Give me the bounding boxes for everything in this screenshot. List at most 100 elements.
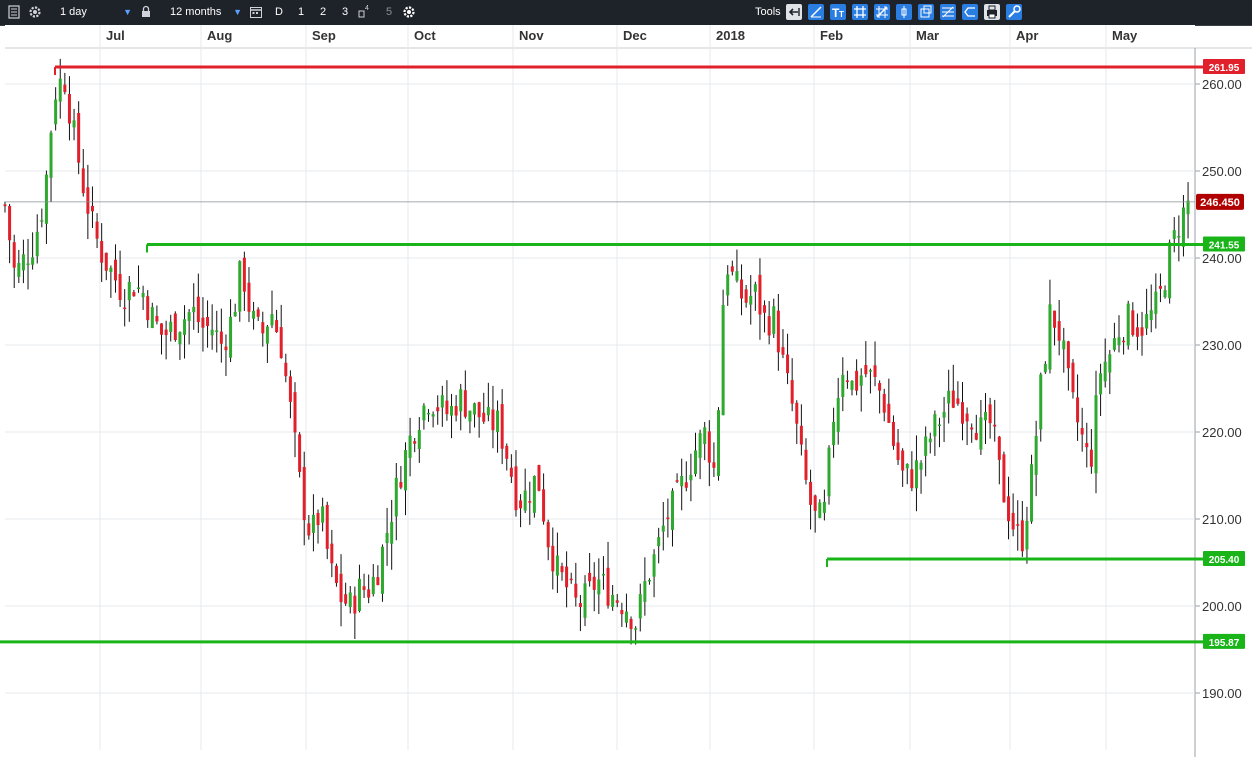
- period-button-2[interactable]: 2: [315, 4, 331, 20]
- gear-icon[interactable]: [27, 4, 43, 20]
- candle-up: [836, 397, 840, 432]
- candle-up: [72, 120, 76, 128]
- interval-dropdown[interactable]: 1 day ▼: [52, 5, 132, 20]
- candle-down: [873, 365, 877, 378]
- fibonacci-icon[interactable]: [940, 4, 956, 20]
- price-chart[interactable]: Jul Aug Sep Oct Nov Dec 2018 Feb Mar Apr May 190.0…: [0, 25, 1252, 757]
- period-button-1[interactable]: 1: [293, 4, 309, 20]
- y-tick-label: 230.00: [1202, 338, 1242, 353]
- candle-down: [786, 354, 790, 374]
- print-icon[interactable]: [984, 4, 1000, 20]
- candle-down: [730, 266, 734, 272]
- candle-up: [1163, 290, 1167, 298]
- candle-up: [555, 555, 559, 576]
- x-tick-label: Jul: [106, 28, 125, 43]
- candle-down: [965, 413, 969, 422]
- candle-up: [321, 506, 325, 523]
- candle-down: [362, 586, 366, 590]
- current-price-label: 246.450: [1200, 197, 1240, 209]
- candle-down: [196, 296, 200, 323]
- candle-down: [960, 402, 964, 424]
- candle-up: [1034, 435, 1038, 475]
- level-label: 205.40: [1209, 555, 1240, 566]
- candle-up: [49, 132, 53, 178]
- candle-down: [330, 543, 334, 564]
- candle-up: [31, 257, 35, 265]
- candlestick-chart-svg[interactable]: Jul Aug Sep Oct Nov Dec 2018 Feb Mar Apr May 190.0…: [0, 25, 1252, 757]
- candle-up: [827, 447, 831, 497]
- candle-down: [882, 393, 886, 413]
- candle-up: [905, 463, 909, 469]
- crosshair-icon[interactable]: [874, 4, 890, 20]
- back-arrow-icon[interactable]: [786, 4, 802, 20]
- candle-up: [1126, 303, 1130, 346]
- candle-up: [597, 579, 601, 595]
- candle-up: [1172, 230, 1176, 239]
- candle-up: [270, 314, 274, 326]
- candle-down: [307, 523, 311, 536]
- text-tool-icon[interactable]: TT: [830, 4, 846, 20]
- candle-up: [689, 474, 693, 481]
- x-tick-label: Feb: [820, 28, 843, 43]
- candle-down: [1076, 397, 1080, 423]
- candle-down: [81, 168, 85, 194]
- candle-up: [523, 490, 527, 511]
- toolbox-icon[interactable]: [1006, 4, 1022, 20]
- candle-up: [657, 537, 661, 547]
- candle-up: [1099, 373, 1103, 395]
- y-tick-label: 250.00: [1202, 164, 1242, 179]
- candles-count-icon[interactable]: 4: [355, 4, 371, 20]
- candle-down: [891, 421, 895, 446]
- plot-background: [5, 25, 1195, 757]
- candle-up: [1154, 291, 1158, 314]
- candle-down: [288, 376, 292, 402]
- calendar-icon[interactable]: [248, 4, 264, 20]
- candle-down: [463, 390, 467, 417]
- eraser-icon[interactable]: [962, 4, 978, 20]
- candle-down: [1080, 428, 1084, 435]
- candle-icon[interactable]: [896, 4, 912, 20]
- candle-down: [951, 390, 955, 408]
- chevron-down-icon: ▼: [233, 7, 242, 17]
- candle-up: [698, 433, 702, 458]
- x-tick-label: Apr: [1016, 28, 1038, 43]
- y-tick-label: 260.00: [1202, 77, 1242, 92]
- candle-up: [58, 78, 62, 102]
- candle-down: [509, 467, 513, 477]
- candle-down: [804, 449, 808, 480]
- candle-down: [740, 279, 744, 299]
- candle-down: [63, 84, 67, 93]
- candle-up: [1181, 207, 1185, 247]
- period-button-3[interactable]: 3: [337, 4, 353, 20]
- window-icon[interactable]: [918, 4, 934, 20]
- candle-up: [44, 174, 48, 224]
- candle-up: [772, 306, 776, 334]
- period-button-d[interactable]: D: [271, 4, 287, 20]
- candle-down: [887, 403, 891, 423]
- settings-icon[interactable]: [401, 4, 417, 20]
- candle-down: [90, 205, 94, 212]
- candle-up: [832, 421, 836, 446]
- candle-down: [845, 380, 849, 383]
- range-dropdown[interactable]: 12 months ▼: [162, 5, 242, 20]
- candle-down: [993, 424, 997, 427]
- trendline-icon[interactable]: [808, 4, 824, 20]
- chevron-down-icon: ▼: [123, 7, 132, 17]
- candle-down: [1140, 327, 1144, 336]
- period-button-5[interactable]: 5: [381, 4, 397, 20]
- candle-down: [1057, 321, 1061, 341]
- lock-icon[interactable]: [138, 4, 154, 20]
- candle-down: [675, 480, 679, 482]
- candle-down: [767, 316, 771, 336]
- level-label: 195.87: [1209, 638, 1240, 649]
- list-icon[interactable]: [6, 4, 22, 20]
- candle-down: [132, 292, 136, 297]
- grid-icon[interactable]: [852, 4, 868, 20]
- candle-up: [1149, 310, 1153, 321]
- candle-up: [127, 282, 131, 301]
- candle-down: [376, 577, 380, 586]
- candle-up: [417, 430, 421, 450]
- interval-value: 1 day: [60, 6, 87, 18]
- candle-up: [187, 312, 191, 321]
- candle-down: [588, 572, 592, 582]
